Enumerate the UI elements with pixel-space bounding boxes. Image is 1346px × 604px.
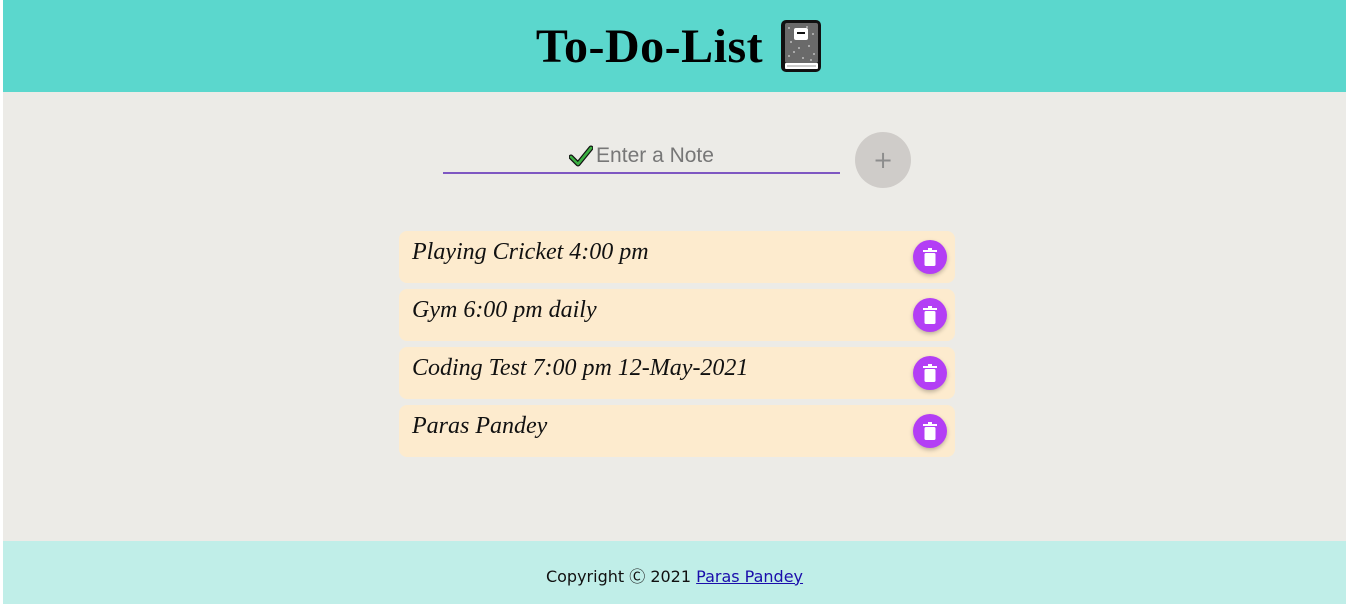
todo-item: Playing Cricket 4:00 pm [399,231,955,283]
delete-button[interactable] [913,356,947,390]
trash-icon [923,248,937,266]
page-title: To-Do-List [535,19,764,73]
delete-button[interactable] [913,414,947,448]
notebook-icon [781,20,822,72]
author-link[interactable]: Paras Pandey [696,567,803,586]
copyright-text: Copyright Ⓒ 2021 [545,566,692,586]
header: To-Do-List [3,0,1346,92]
todo-text: Coding Test 7:00 pm 12-May-2021 [412,355,749,381]
note-input[interactable]: Enter a Note [596,144,714,168]
title-wrap: To-Do-List [536,18,823,74]
todo-item: Gym 6:00 pm daily [399,289,955,341]
trash-icon [923,306,937,324]
todo-text: Playing Cricket 4:00 pm [412,239,649,265]
app-page: To-Do-List Enter a Note + Playing Cricke… [3,0,1346,604]
note-input-row: Enter a Note + [443,132,913,188]
todo-item: Coding Test 7:00 pm 12-May-2021 [399,347,955,399]
add-note-button[interactable]: + [855,132,911,188]
todo-list: Playing Cricket 4:00 pm Gym 6:00 pm dail… [399,231,955,463]
footer: Copyright Ⓒ 2021 Paras Pandey [3,541,1346,604]
trash-icon [923,422,937,440]
todo-item: Paras Pandey [399,405,955,457]
delete-button[interactable] [913,240,947,274]
todo-text: Paras Pandey [412,413,548,439]
trash-icon [923,364,937,382]
note-input-field[interactable]: Enter a Note [443,140,840,174]
todo-text: Gym 6:00 pm daily [412,297,597,323]
delete-button[interactable] [913,298,947,332]
plus-icon: + [872,146,894,174]
footer-text: Copyright Ⓒ 2021 Paras Pandey [546,563,803,587]
check-icon [569,145,594,167]
